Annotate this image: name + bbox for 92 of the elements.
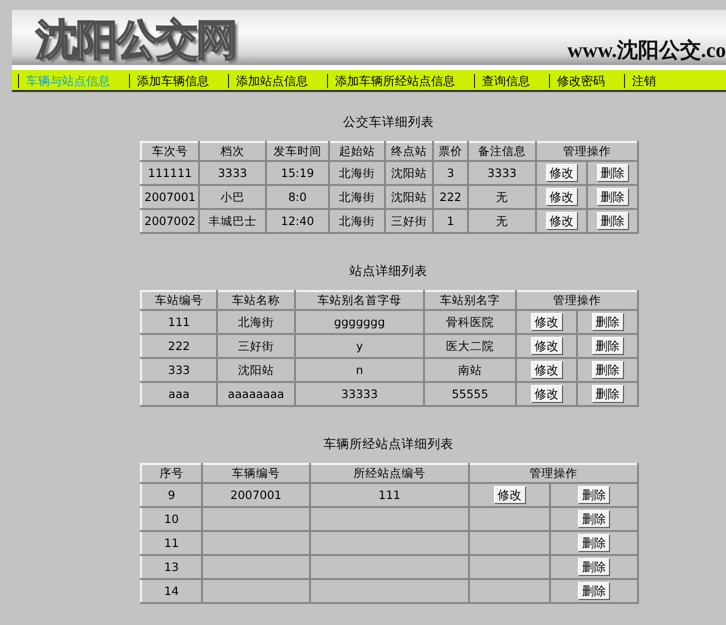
table-cell: 北海街 — [329, 185, 385, 209]
table-cell: 3333 — [468, 161, 536, 185]
edit-button[interactable]: 修改 — [546, 188, 578, 206]
table-cell: 3333 — [199, 161, 266, 185]
table-cell: 无 — [468, 185, 536, 209]
edit-button[interactable]: 修改 — [546, 212, 578, 230]
column-header: 车次号 — [141, 142, 199, 161]
delete-button[interactable]: 删除 — [596, 164, 628, 182]
delete-button[interactable]: 删除 — [596, 212, 628, 230]
column-header: 终点站 — [385, 142, 433, 161]
column-header: 管理操作 — [469, 464, 638, 483]
table-cell: 111 — [310, 483, 469, 507]
table-cell: 10 — [141, 507, 202, 531]
column-header: 车站别名字 — [424, 291, 516, 310]
table-cell: 沈阳站 — [217, 358, 295, 382]
nav-link[interactable]: 添加车辆信息 — [129, 74, 228, 88]
table-cell: 丰城巴士 — [199, 209, 266, 233]
table-cell: 1 — [433, 209, 468, 233]
column-header: 票价 — [433, 142, 468, 161]
nav-link[interactable]: 添加站点信息 — [228, 74, 327, 88]
table-cell: 111 — [141, 310, 217, 334]
column-header: 车站名称 — [217, 291, 295, 310]
nav-link[interactable]: 修改密码 — [549, 74, 624, 88]
table-cell: 15:19 — [266, 161, 329, 185]
column-header: 档次 — [199, 142, 266, 161]
table-title: 车辆所经站点详细列表 — [324, 436, 454, 453]
delete-button[interactable]: 删除 — [592, 337, 624, 355]
table-cell: 三好街 — [385, 209, 433, 233]
table-cell: 3 — [433, 161, 468, 185]
column-header: 管理操作 — [536, 142, 638, 161]
table-cell: 小巴 — [199, 185, 266, 209]
table-cell: 沈阳站 — [385, 161, 433, 185]
edit-button[interactable]: 修改 — [546, 164, 578, 182]
table-title: 公交车详细列表 — [343, 114, 434, 131]
table-cell: 2007002 — [141, 209, 199, 233]
edit-button[interactable]: 修改 — [530, 313, 562, 331]
table-cell: y — [295, 334, 424, 358]
column-header: 序号 — [141, 464, 202, 483]
table-cell: 12:40 — [266, 209, 329, 233]
table-cell: 医大二院 — [424, 334, 516, 358]
table-title: 站点详细列表 — [350, 263, 428, 280]
delete-button[interactable]: 删除 — [578, 510, 610, 528]
column-header: 车站编号 — [141, 291, 217, 310]
edit-button[interactable]: 修改 — [530, 385, 562, 403]
delete-button[interactable]: 删除 — [578, 558, 610, 576]
table-cell: 北海街 — [329, 209, 385, 233]
table-cell: 北海街 — [329, 161, 385, 185]
column-header: 发车时间 — [266, 142, 329, 161]
edit-button[interactable]: 修改 — [530, 361, 562, 379]
column-header: 车站别名首字母 — [295, 291, 424, 310]
delete-button[interactable]: 删除 — [578, 582, 610, 600]
column-header: 起始站 — [329, 142, 385, 161]
table-cell: aaaaaaaa — [217, 382, 295, 406]
table-cell: 三好街 — [217, 334, 295, 358]
nav-link[interactable]: 添加车辆所经站点信息 — [327, 74, 474, 88]
table-cell: 骨科医院 — [424, 310, 516, 334]
table-cell: 沈阳站 — [385, 185, 433, 209]
table-cell: 33333 — [295, 382, 424, 406]
site-logo: 沈阳公交网 — [36, 14, 236, 65]
table-cell: 55555 — [424, 382, 516, 406]
table-cell: 222 — [433, 185, 468, 209]
column-header: 管理操作 — [516, 291, 638, 310]
delete-button[interactable]: 删除 — [592, 313, 624, 331]
table-cell: 9 — [141, 483, 202, 507]
delete-button[interactable]: 删除 — [592, 361, 624, 379]
table-cell: 11 — [141, 531, 202, 555]
delete-button[interactable]: 删除 — [578, 486, 610, 504]
table-cell: 无 — [468, 209, 536, 233]
table-cell: ggggggg — [295, 310, 424, 334]
table-cell: 南站 — [424, 358, 516, 382]
site-url: www.沈阳公交.co — [567, 37, 726, 64]
edit-button[interactable]: 修改 — [530, 337, 562, 355]
table-cell: 333 — [141, 358, 217, 382]
column-header: 备注信息 — [468, 142, 536, 161]
table-cell: n — [295, 358, 424, 382]
table-cell: 14 — [141, 579, 202, 603]
delete-button[interactable]: 删除 — [596, 188, 628, 206]
table-cell: aaa — [141, 382, 217, 406]
table-cell: 222 — [141, 334, 217, 358]
nav-link[interactable]: 查询信息 — [474, 74, 549, 88]
table-cell: 2007001 — [202, 483, 310, 507]
table-cell: 北海街 — [217, 310, 295, 334]
delete-button[interactable]: 删除 — [592, 385, 624, 403]
nav-link[interactable]: 注销 — [624, 74, 675, 88]
delete-button[interactable]: 删除 — [578, 534, 610, 552]
table-cell: 2007001 — [141, 185, 199, 209]
edit-button[interactable]: 修改 — [494, 486, 526, 504]
table-cell: 8:0 — [266, 185, 329, 209]
column-header: 所经站点编号 — [310, 464, 469, 483]
column-header: 车辆编号 — [202, 464, 310, 483]
table-cell: 13 — [141, 555, 202, 579]
table-cell: 111111 — [141, 161, 199, 185]
